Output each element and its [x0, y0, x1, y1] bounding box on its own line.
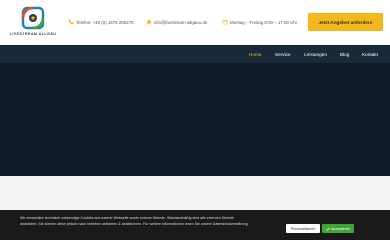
contact-phone[interactable]: Telefon: +49 (0) 1575 265270: [68, 18, 134, 26]
logo-text: LIVESTREAM ALLGÄU: [9, 32, 57, 36]
nav-item-home[interactable]: Home: [249, 45, 262, 63]
nav-item-kontakt[interactable]: Kontakt: [362, 45, 378, 63]
logo-mark-icon: [21, 6, 45, 30]
content-band: [0, 176, 390, 210]
hours-text: Montag – Freitag 8:00 – 17:00 Uhr: [230, 19, 298, 25]
phone-icon: [68, 19, 74, 25]
site-logo[interactable]: LIVESTREAM ALLGÄU: [7, 6, 59, 40]
nav-item-service[interactable]: Service: [275, 45, 291, 63]
request-quote-button[interactable]: Jetzt Angebot anfordern: [308, 13, 383, 31]
hero-section: [0, 63, 390, 176]
phone-text: Telefon: +49 (0) 1575 265270: [76, 19, 134, 25]
check-icon: [326, 227, 330, 231]
personalize-button[interactable]: Personalisieren: [286, 224, 320, 233]
home-icon: [146, 19, 152, 25]
cookie-text: Wir verwenden technisch notwendige Cooki…: [20, 216, 249, 226]
nav-item-leistungen[interactable]: Leistungen: [304, 45, 327, 63]
email-text: info@livestream-allgaeu.de: [154, 19, 208, 25]
accept-cookies-button[interactable]: Akzeptieren: [322, 224, 354, 233]
accept-label: Akzeptieren: [331, 226, 350, 231]
contact-hours: Montag – Freitag 8:00 – 17:00 Uhr: [222, 18, 297, 26]
main-nav: Home Service Leistungen Blog Kontakt: [0, 45, 390, 63]
contact-email[interactable]: info@livestream-allgaeu.de: [146, 18, 207, 26]
nav-item-blog[interactable]: Blog: [340, 45, 349, 63]
header-bar: LIVESTREAM ALLGÄU Telefon: +49 (0) 1575 …: [0, 0, 390, 45]
calendar-icon: [222, 19, 228, 25]
